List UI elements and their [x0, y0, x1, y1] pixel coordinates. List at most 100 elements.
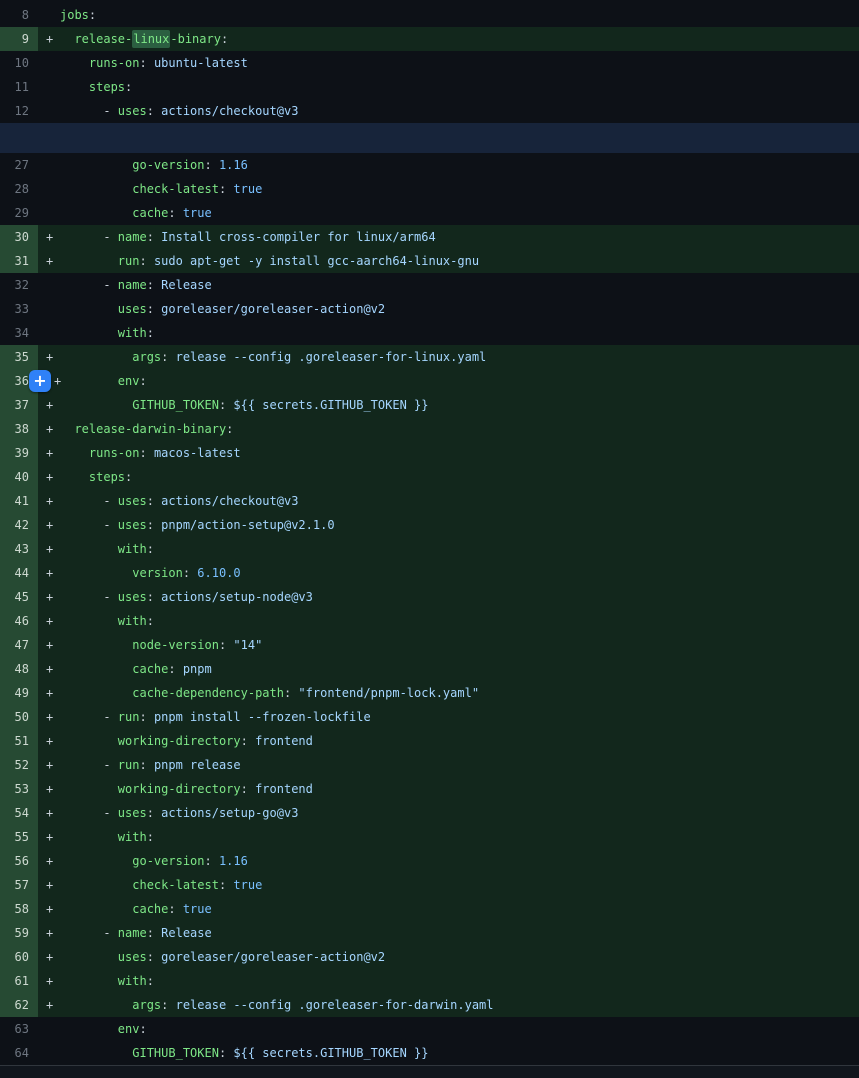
- line-number[interactable]: 33: [0, 297, 38, 321]
- code-segment: -: [60, 710, 118, 724]
- code-segment: [60, 542, 118, 556]
- code-segment: goreleaser/goreleaser-action@v2: [161, 950, 385, 964]
- diff-row-32: 32 - name: Release: [0, 273, 859, 297]
- code-segment: cache: [132, 662, 168, 676]
- line-number[interactable]: 42: [0, 513, 38, 537]
- code-segment: [60, 302, 118, 316]
- line-number[interactable]: 58: [0, 897, 38, 921]
- code-segment: [60, 1022, 118, 1036]
- code-segment: :: [147, 830, 154, 844]
- line-number[interactable]: 37: [0, 393, 38, 417]
- code-segment: :: [139, 710, 153, 724]
- code-segment: :: [147, 302, 161, 316]
- line-number[interactable]: 55: [0, 825, 38, 849]
- line-number[interactable]: 56: [0, 849, 38, 873]
- line-number[interactable]: 28: [0, 177, 38, 201]
- line-number[interactable]: 8: [0, 3, 38, 27]
- code-line: uses: goreleaser/goreleaser-action@v2: [60, 297, 859, 321]
- code-line: - run: pnpm release: [60, 753, 859, 777]
- diff-row-8: 8jobs:: [0, 3, 859, 27]
- code-segment: ${{ secrets.GITHUB_TOKEN }}: [233, 1046, 428, 1060]
- diff-row-35: 35+ args: release --config .goreleaser-f…: [0, 345, 859, 369]
- added-marker: +: [38, 945, 60, 969]
- code-line: - name: Install cross-compiler for linux…: [60, 225, 859, 249]
- code-segment: args: [132, 998, 161, 1012]
- line-number[interactable]: 62: [0, 993, 38, 1017]
- line-number[interactable]: 40: [0, 465, 38, 489]
- line-number[interactable]: 51: [0, 729, 38, 753]
- line-number[interactable]: 50: [0, 705, 38, 729]
- code-segment: [60, 734, 118, 748]
- line-number[interactable]: 45: [0, 585, 38, 609]
- line-number[interactable]: 32: [0, 273, 38, 297]
- added-marker: +: [38, 537, 60, 561]
- line-number[interactable]: 57: [0, 873, 38, 897]
- code-line: with:: [60, 825, 859, 849]
- line-number[interactable]: 46: [0, 609, 38, 633]
- line-number[interactable]: 49: [0, 681, 38, 705]
- line-number[interactable]: 39: [0, 441, 38, 465]
- diff-bottom-edge: [0, 1065, 859, 1078]
- diff-row-62: 62+ args: release --config .goreleaser-f…: [0, 993, 859, 1017]
- line-number[interactable]: 12: [0, 99, 38, 123]
- line-number[interactable]: 64: [0, 1041, 38, 1065]
- line-number[interactable]: 11: [0, 75, 38, 99]
- code-segment: runs-on: [89, 446, 140, 460]
- code-segment: [60, 662, 132, 676]
- code-line: steps:: [60, 465, 859, 489]
- code-segment: [60, 56, 89, 70]
- line-number[interactable]: 59: [0, 921, 38, 945]
- code-segment: name: [118, 278, 147, 292]
- code-segment: release --config .goreleaser-for-linux.y…: [176, 350, 487, 364]
- code-segment: :: [221, 32, 228, 46]
- add-comment-button[interactable]: +: [29, 370, 51, 392]
- code-segment: [60, 398, 132, 412]
- code-segment: -: [60, 926, 118, 940]
- code-segment: :: [147, 104, 161, 118]
- code-line: runs-on: ubuntu-latest: [60, 51, 859, 75]
- diff-marker: [38, 99, 60, 123]
- line-number[interactable]: 27: [0, 153, 38, 177]
- diff-marker: [38, 75, 60, 99]
- diff-row-36: 36+ env:+: [0, 369, 859, 393]
- code-segment: [60, 830, 118, 844]
- code-segment: check-latest: [132, 182, 219, 196]
- code-segment: 1.16: [219, 158, 248, 172]
- code-segment: -: [60, 518, 118, 532]
- line-number[interactable]: 35: [0, 345, 38, 369]
- line-number[interactable]: 43: [0, 537, 38, 561]
- line-number[interactable]: 44: [0, 561, 38, 585]
- added-marker: +: [38, 753, 60, 777]
- expand-hunk-row[interactable]: [0, 123, 859, 153]
- line-number[interactable]: 60: [0, 945, 38, 969]
- code-segment: [60, 878, 132, 892]
- code-segment: [60, 782, 118, 796]
- line-number[interactable]: 34: [0, 321, 38, 345]
- code-segment: :: [284, 686, 298, 700]
- line-number[interactable]: 10: [0, 51, 38, 75]
- line-number[interactable]: 52: [0, 753, 38, 777]
- line-number[interactable]: 61: [0, 969, 38, 993]
- line-number[interactable]: 29: [0, 201, 38, 225]
- line-number[interactable]: 54: [0, 801, 38, 825]
- line-number[interactable]: 30: [0, 225, 38, 249]
- diff-marker: [38, 1041, 60, 1065]
- line-number[interactable]: 48: [0, 657, 38, 681]
- added-marker: +: [38, 873, 60, 897]
- added-marker: +: [38, 897, 60, 921]
- line-number[interactable]: 53: [0, 777, 38, 801]
- line-number[interactable]: 9: [0, 27, 38, 51]
- line-number[interactable]: 47: [0, 633, 38, 657]
- added-marker: +: [38, 777, 60, 801]
- code-segment: run: [118, 758, 140, 772]
- line-number[interactable]: 63: [0, 1017, 38, 1041]
- diff-row-39: 39+ runs-on: macos-latest: [0, 441, 859, 465]
- line-number[interactable]: 41: [0, 489, 38, 513]
- line-number[interactable]: 31: [0, 249, 38, 273]
- line-number[interactable]: 38: [0, 417, 38, 441]
- code-segment: 6.10.0: [197, 566, 240, 580]
- code-segment: with: [118, 614, 147, 628]
- code-segment: uses: [118, 494, 147, 508]
- added-marker: +: [38, 489, 60, 513]
- code-segment: actions/checkout@v3: [161, 494, 298, 508]
